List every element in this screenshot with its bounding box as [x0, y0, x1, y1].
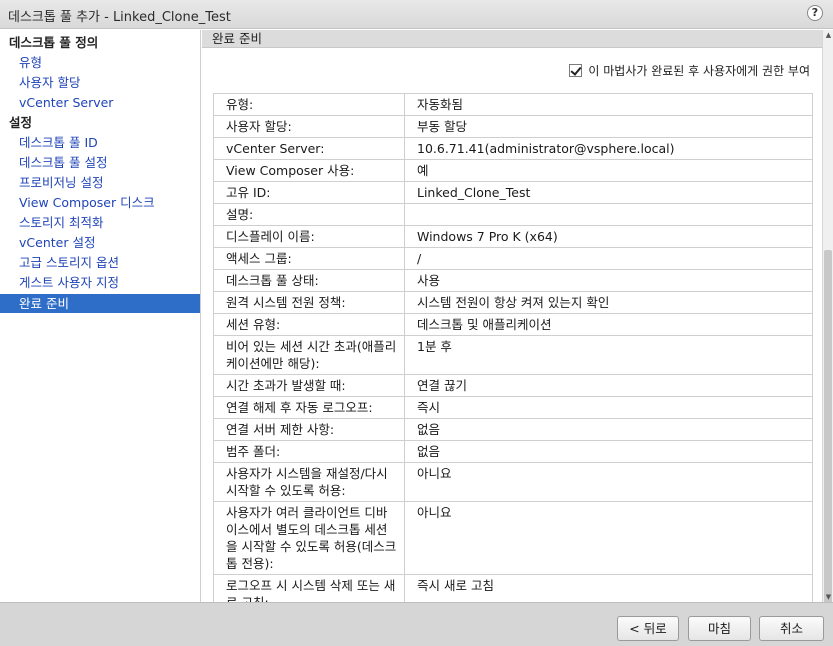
summary-value: 즉시	[404, 396, 813, 419]
sidebar-item-ready-to-complete[interactable]: 완료 준비	[0, 294, 200, 313]
summary-value: 시스템 전원이 항상 켜져 있는지 확인	[404, 291, 813, 314]
table-row: 고유 ID: Linked_Clone_Test	[213, 181, 813, 204]
page-title: 완료 준비	[202, 30, 822, 48]
table-row: 사용자가 여러 클라이언트 디바이스에서 별도의 데스크톱 세션을 시작할 수 …	[213, 501, 813, 575]
summary-key: 사용자가 시스템을 재설정/다시 시작할 수 있도록 허용:	[213, 462, 405, 502]
sidebar-item-user-assignment[interactable]: 사용자 할당	[0, 73, 200, 92]
sidebar-item-storage-optimization[interactable]: 스토리지 최적화	[0, 213, 200, 232]
summary-key: 시간 초과가 발생할 때:	[213, 374, 405, 397]
summary-value: 부동 할당	[404, 115, 813, 138]
entitle-users-checkbox[interactable]	[569, 64, 583, 77]
summary-key: vCenter Server:	[213, 137, 405, 160]
summary-key: 유형:	[213, 93, 405, 116]
summary-key: 비어 있는 세션 시간 초과(애플리케이션에만 해당):	[213, 335, 405, 375]
summary-key: 고유 ID:	[213, 181, 405, 204]
table-row: 데스크톱 풀 상태: 사용	[213, 269, 813, 292]
summary-table: 유형: 자동화됨 사용자 할당: 부동 할당 vCenter Server: 10.6.7…	[213, 93, 813, 602]
summary-key: 사용자가 여러 클라이언트 디바이스에서 별도의 데스크톱 세션을 시작할 수 …	[213, 501, 405, 575]
sidebar-item-vcenter-settings[interactable]: vCenter 설정	[0, 233, 200, 252]
summary-key: 연결 해제 후 자동 로그오프:	[213, 396, 405, 419]
summary-value: 없음	[404, 440, 813, 463]
summary-value: 연결 끊기	[404, 374, 813, 397]
sidebar-item-provisioning-settings[interactable]: 프로비저닝 설정	[0, 173, 200, 192]
summary-key: 데스크톱 풀 상태:	[213, 269, 405, 292]
summary-key: 사용자 할당:	[213, 115, 405, 138]
summary-value: Windows 7 Pro K (x64)	[404, 225, 813, 248]
main-panel: 완료 준비 이 마법사가 완료된 후 사용자에게 권한 부여 유형: 자동화됨 사용…	[202, 30, 822, 602]
summary-key: 세션 유형:	[213, 313, 405, 336]
cancel-button[interactable]: 취소	[759, 616, 824, 641]
summary-value: 즉시 새로 고침	[404, 574, 813, 602]
finish-button[interactable]: 마침	[688, 616, 751, 641]
summary-key: 액세스 그룹:	[213, 247, 405, 270]
summary-value	[404, 203, 813, 226]
summary-value: 아니요	[404, 462, 813, 502]
table-row: 사용자가 시스템을 재설정/다시 시작할 수 있도록 허용: 아니요	[213, 462, 813, 502]
table-row: 범주 폴더: 없음	[213, 440, 813, 463]
summary-value: Linked_Clone_Test	[404, 181, 813, 204]
summary-value: 10.6.71.41(administrator@vsphere.local)	[404, 137, 813, 160]
summary-key: 로그오프 시 시스템 삭제 또는 새로 고침:	[213, 574, 405, 602]
table-row: 설명:	[213, 203, 813, 226]
table-row: 디스플레이 이름: Windows 7 Pro K (x64)	[213, 225, 813, 248]
table-row: 원격 시스템 전원 정책: 시스템 전원이 항상 켜져 있는지 확인	[213, 291, 813, 314]
scroll-down-icon[interactable]: ▼	[824, 592, 833, 602]
sidebar-item-guest-customization[interactable]: 게스트 사용자 지정	[0, 273, 200, 292]
sidebar-item-pool-id[interactable]: 데스크톱 풀 ID	[0, 133, 200, 152]
summary-value: 1분 후	[404, 335, 813, 375]
wizard-footer: < 뒤로 마침 취소	[0, 602, 833, 646]
summary-key: 범주 폴더:	[213, 440, 405, 463]
sidebar-section-pool-definition: 데스크톱 풀 정의	[9, 35, 99, 50]
summary-value: 예	[404, 159, 813, 182]
summary-value: 사용	[404, 269, 813, 292]
scroll-up-icon[interactable]: ▲	[824, 30, 833, 40]
sidebar-section-settings: 설정	[9, 115, 33, 130]
table-row: 사용자 할당: 부동 할당	[213, 115, 813, 138]
table-row: 유형: 자동화됨	[213, 93, 813, 116]
table-row: 연결 해제 후 자동 로그오프: 즉시	[213, 396, 813, 419]
sidebar-item-pool-settings[interactable]: 데스크톱 풀 설정	[0, 153, 200, 172]
summary-key: 설명:	[213, 203, 405, 226]
entitle-users-label: 이 마법사가 완료된 후 사용자에게 권한 부여	[588, 64, 810, 78]
sidebar-item-type[interactable]: 유형	[0, 53, 200, 72]
summary-key: 원격 시스템 전원 정책:	[213, 291, 405, 314]
table-row: 로그오프 시 시스템 삭제 또는 새로 고침:즉시 새로 고침	[213, 574, 813, 602]
summary-value: 데스크톱 및 애플리케이션	[404, 313, 813, 336]
summary-value: 없음	[404, 418, 813, 441]
table-row: vCenter Server: 10.6.71.41(administrator@…	[213, 137, 813, 160]
table-row: 시간 초과가 발생할 때: 연결 끊기	[213, 374, 813, 397]
summary-key: 디스플레이 이름:	[213, 225, 405, 248]
window-title: 데스크톱 풀 추가 - Linked_Clone_Test	[8, 10, 231, 25]
sidebar-item-composer-disks[interactable]: View Composer 디스크	[0, 193, 200, 212]
summary-key: View Composer 사용:	[213, 159, 405, 182]
sidebar-item-advanced-storage[interactable]: 고급 스토리지 옵션	[0, 253, 200, 272]
summary-value: 아니요	[404, 501, 813, 575]
window-titlebar: 데스크톱 풀 추가 - Linked_Clone_Test ?	[0, 0, 833, 29]
scroll-thumb[interactable]	[824, 250, 832, 620]
summary-key: 연결 서버 제한 사항:	[213, 418, 405, 441]
wizard-sidebar: 데스크톱 풀 정의 유형 사용자 할당 vCenter Server 설정 데스…	[0, 30, 201, 602]
table-row: 세션 유형: 데스크톱 및 애플리케이션	[213, 313, 813, 336]
sidebar-item-vcenter-server[interactable]: vCenter Server	[0, 93, 200, 112]
back-button[interactable]: < 뒤로	[617, 616, 679, 641]
table-row: 연결 서버 제한 사항: 없음	[213, 418, 813, 441]
summary-value: 자동화됨	[404, 93, 813, 116]
table-row: View Composer 사용: 예	[213, 159, 813, 182]
summary-value: /	[404, 247, 813, 270]
table-row: 비어 있는 세션 시간 초과(애플리케이션에만 해당): 1분 후	[213, 335, 813, 375]
table-row: 액세스 그룹: /	[213, 247, 813, 270]
vertical-scrollbar[interactable]: ▲ ▼	[822, 30, 833, 620]
help-icon[interactable]: ?	[807, 5, 823, 21]
entitle-users-option[interactable]: 이 마법사가 완료된 후 사용자에게 권한 부여	[569, 62, 810, 80]
